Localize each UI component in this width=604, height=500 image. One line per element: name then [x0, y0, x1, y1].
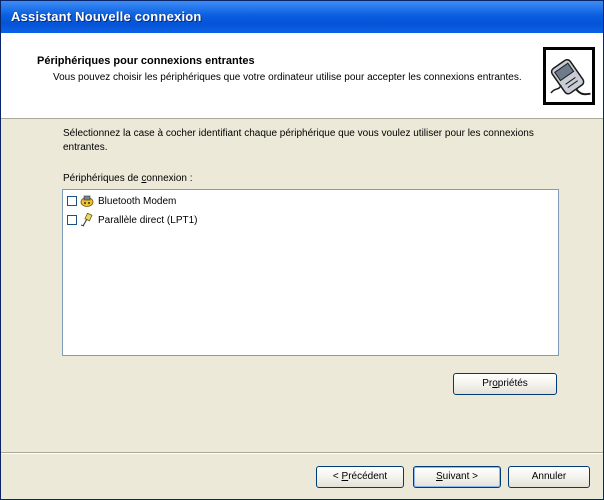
- device-list[interactable]: Bluetooth Modem Parallèle direct (LPT1): [62, 189, 559, 356]
- properties-label-part: priétés: [497, 378, 528, 389]
- phone-connector-icon: [543, 47, 595, 105]
- wizard-header: Périphériques pour connexions entrantes …: [1, 33, 603, 119]
- next-button[interactable]: Suivant >: [413, 466, 501, 488]
- modem-icon: [80, 195, 94, 207]
- next-label-accel: S: [436, 471, 443, 482]
- footer-separator: [1, 452, 603, 454]
- header-title: Périphériques pour connexions entrantes: [37, 55, 255, 67]
- wizard-window: Assistant Nouvelle connexion Périphériqu…: [0, 0, 604, 500]
- window-title: Assistant Nouvelle connexion: [11, 9, 202, 24]
- properties-button[interactable]: Propriétés: [453, 373, 557, 395]
- back-button[interactable]: < Précédent: [316, 466, 404, 488]
- next-label-part: uivant >: [442, 471, 478, 482]
- back-label-part: <: [332, 471, 342, 482]
- device-label: Bluetooth Modem: [98, 195, 177, 207]
- header-subtitle: Vous pouvez choisir les périphériques qu…: [53, 72, 522, 83]
- device-list-label: Périphériques de connexion :: [63, 173, 193, 184]
- cancel-button[interactable]: Annuler: [508, 466, 590, 488]
- device-label: Parallèle direct (LPT1): [98, 214, 198, 226]
- device-list-label-part: Périphériques de: [63, 173, 142, 184]
- title-bar[interactable]: Assistant Nouvelle connexion: [1, 1, 603, 33]
- list-item-bluetooth-modem[interactable]: Bluetooth Modem: [67, 193, 176, 209]
- device-list-label-part: onnexion :: [146, 173, 193, 184]
- list-item-parallel-direct[interactable]: Parallèle direct (LPT1): [67, 212, 197, 228]
- back-label-part: récédent: [348, 471, 388, 482]
- device-checkbox[interactable]: [67, 196, 77, 206]
- device-checkbox[interactable]: [67, 215, 77, 225]
- instructions-text: Sélectionnez la case à cocher identifian…: [63, 128, 534, 153]
- cable-icon: [80, 213, 93, 227]
- properties-label-part: Pr: [482, 378, 493, 389]
